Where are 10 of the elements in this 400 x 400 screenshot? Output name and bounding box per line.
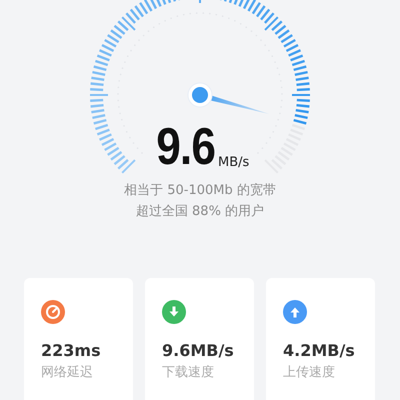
- summary-text: 相当于 50-100Mb 的宽带: [123, 182, 277, 200]
- stat-label: 网络延迟: [41, 364, 94, 381]
- speed-value: 9.6: [156, 124, 215, 170]
- stat-label: 上传速度: [283, 364, 336, 381]
- stat-value: 223ms: [41, 341, 102, 360]
- summary-text: 超过全国 88% 的用户: [134, 203, 266, 221]
- stat-value: 9.6MB/s: [162, 341, 235, 360]
- stat-label: 下载速度: [162, 364, 215, 381]
- speed-unit: MB/s: [218, 155, 250, 170]
- stat-value: 4.2MB/s: [283, 341, 356, 360]
